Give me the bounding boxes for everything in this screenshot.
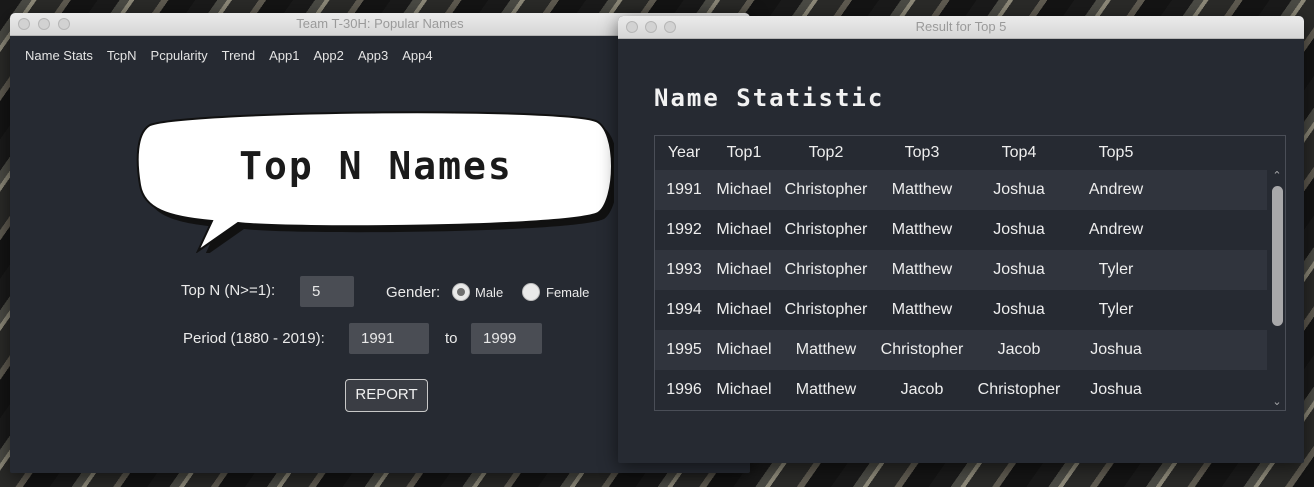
topn-input[interactable]: [300, 276, 354, 307]
scroll-down-icon[interactable]: ⌄: [1271, 396, 1283, 408]
table-cell: Andrew: [1088, 181, 1144, 198]
table-cell: 1992: [666, 221, 702, 238]
period-to-input[interactable]: [471, 323, 542, 354]
banner-title: Top N Names: [239, 144, 513, 188]
table-cell: Christopher: [784, 221, 868, 238]
column-header-top1[interactable]: Top1: [713, 136, 775, 170]
table-cell: Christopher: [784, 301, 868, 318]
scroll-up-icon[interactable]: ⌃: [1271, 170, 1283, 182]
table-cell: Matthew: [891, 221, 953, 238]
table-cell: Matthew: [795, 341, 857, 358]
table-cell: Christopher: [977, 381, 1061, 398]
menu-topn[interactable]: TcpN: [100, 48, 144, 63]
table-cell: Matthew: [795, 381, 857, 398]
table-cell: Michael: [716, 381, 772, 398]
column-header-top4[interactable]: Top4: [967, 136, 1071, 170]
table-row[interactable]: 1996 Michael Matthew Jacob Christopher J…: [655, 370, 1267, 410]
table-cell: Michael: [716, 301, 772, 318]
result-window-titlebar[interactable]: Result for Top 5: [618, 16, 1304, 39]
table-cell: Joshua: [993, 261, 1045, 278]
speech-bubble-banner: Top N Names: [136, 111, 614, 253]
menu-app3[interactable]: App3: [351, 48, 395, 63]
table-cell: Andrew: [1088, 221, 1144, 238]
menu-trend[interactable]: Trend: [215, 48, 262, 63]
table-cell: Christopher: [784, 261, 868, 278]
gender-female-radio[interactable]: [522, 283, 540, 301]
gender-male-label: Male: [475, 285, 504, 300]
table-cell: Christopher: [880, 341, 964, 358]
table-cell: Michael: [716, 341, 772, 358]
table-row[interactable]: 1992 Michael Christopher Matthew Joshua …: [655, 210, 1267, 250]
result-heading: Name Statistic: [654, 84, 885, 112]
menu-popularity[interactable]: Pcpularity: [144, 48, 215, 63]
column-header-top5[interactable]: Top5: [1071, 136, 1161, 170]
period-label: Period (1880 - 2019):: [183, 330, 325, 347]
table-cell: Matthew: [891, 301, 953, 318]
menu-app4[interactable]: App4: [395, 48, 439, 63]
menu-name-stats[interactable]: Name Stats: [18, 48, 100, 63]
menu-app2[interactable]: App2: [306, 48, 350, 63]
table-cell: Michael: [716, 221, 772, 238]
scrollbar-thumb[interactable]: [1272, 186, 1283, 326]
table-cell: Joshua: [993, 221, 1045, 238]
table-row[interactable]: 1993 Michael Christopher Matthew Joshua …: [655, 250, 1267, 290]
table-cell: Tyler: [1098, 301, 1134, 318]
table-cell: Michael: [716, 181, 772, 198]
table-cell: Joshua: [1090, 381, 1142, 398]
table-cell: 1995: [666, 341, 702, 358]
result-window-title: Result for Top 5: [915, 19, 1007, 34]
table-row[interactable]: 1991 Michael Christopher Matthew Joshua …: [655, 170, 1267, 210]
table-cell: 1996: [666, 381, 702, 398]
period-to-label: to: [445, 330, 458, 347]
result-table: Year Top1 Top2 Top3 Top4 Top5 1991 Micha…: [654, 135, 1286, 411]
gender-male-radio[interactable]: [452, 283, 470, 301]
gender-label: Gender:: [386, 284, 441, 301]
column-header-top3[interactable]: Top3: [877, 136, 967, 170]
table-cell: 1991: [666, 181, 702, 198]
menu-app1[interactable]: App1: [262, 48, 306, 63]
table-cell: Jacob: [900, 381, 944, 398]
column-header-year[interactable]: Year: [655, 136, 713, 170]
topn-label: Top N (N>=1):: [181, 282, 276, 299]
table-cell: 1993: [666, 261, 702, 278]
table-cell: Matthew: [891, 261, 953, 278]
table-header: Year Top1 Top2 Top3 Top4 Top5: [655, 136, 1267, 170]
table-cell: Jacob: [997, 341, 1041, 358]
column-header-top2[interactable]: Top2: [775, 136, 877, 170]
table-cell: Joshua: [1090, 341, 1142, 358]
table-cell: Michael: [716, 261, 772, 278]
period-from-input[interactable]: [349, 323, 429, 354]
table-cell: Joshua: [993, 301, 1045, 318]
table-cell: Christopher: [784, 181, 868, 198]
table-cell: Joshua: [993, 181, 1045, 198]
table-row[interactable]: 1994 Michael Christopher Matthew Joshua …: [655, 290, 1267, 330]
table-cell: Matthew: [891, 181, 953, 198]
result-window: Result for Top 5 Name Statistic Year Top…: [618, 16, 1304, 463]
table-cell: Tyler: [1098, 261, 1134, 278]
report-button[interactable]: REPORT: [345, 379, 428, 412]
table-row[interactable]: 1995 Michael Matthew Christopher Jacob J…: [655, 330, 1267, 370]
table-cell: 1994: [666, 301, 702, 318]
gender-female-label: Female: [546, 285, 590, 300]
table-scrollbar[interactable]: ⌃ ⌄: [1267, 170, 1285, 410]
